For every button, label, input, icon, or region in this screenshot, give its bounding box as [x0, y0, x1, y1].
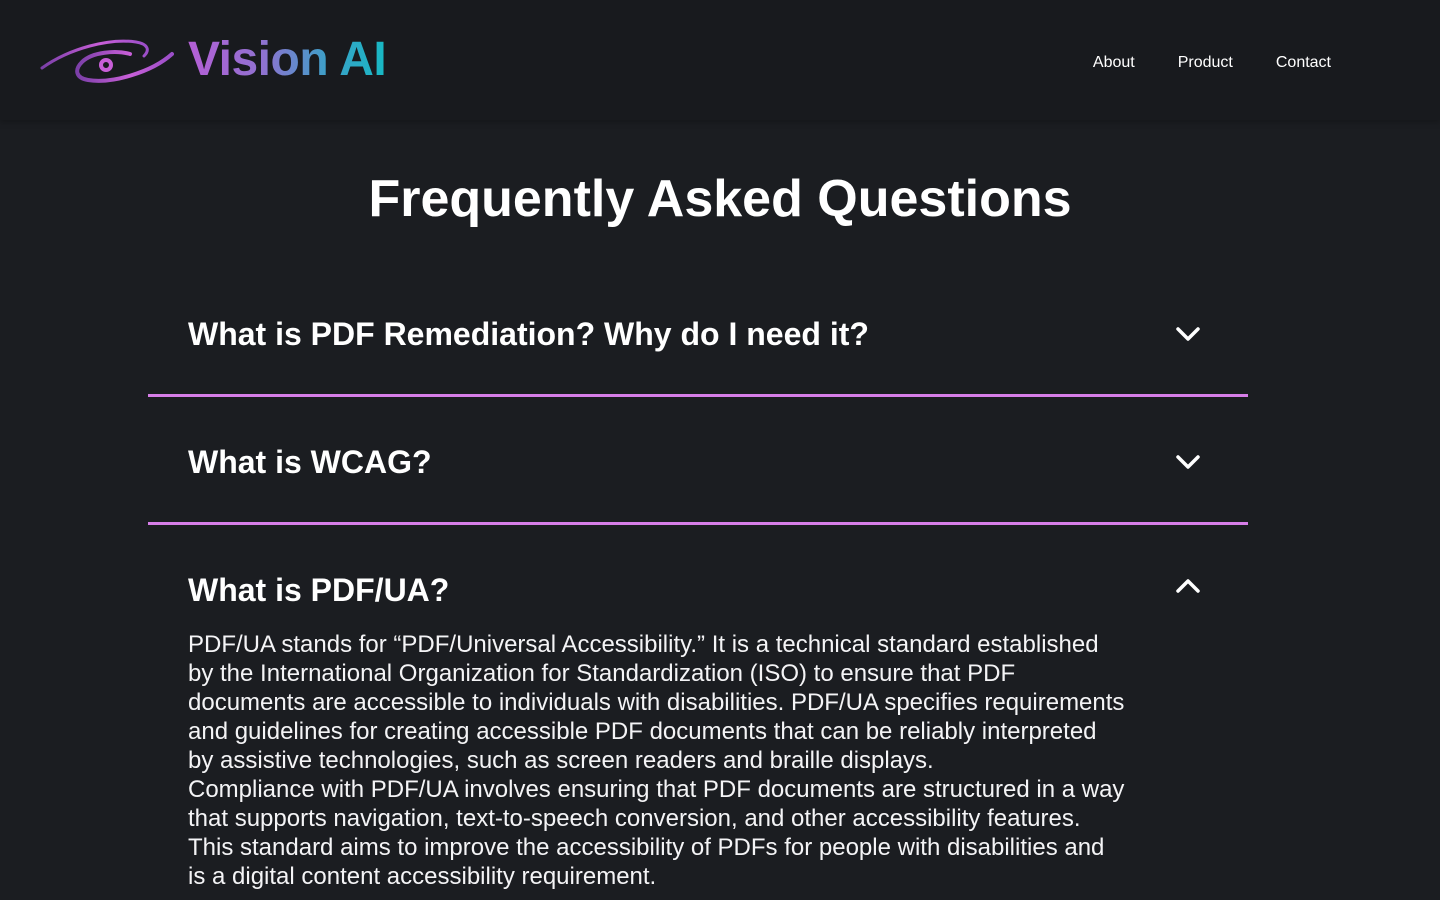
chevron-up-icon[interactable]: [1172, 570, 1204, 602]
faq-question[interactable]: What is WCAG?: [188, 442, 432, 482]
nav-contact[interactable]: Contact: [1276, 44, 1331, 82]
main-nav: About Product Contact: [1093, 44, 1331, 82]
faq-answer-paragraph: Compliance with PDF/UA involves ensuring…: [188, 776, 1125, 890]
faq-item: What is PDF Remediation? Why do I need i…: [148, 294, 1248, 397]
site-header: Vision AI About Product Contact: [0, 0, 1440, 120]
chevron-down-icon[interactable]: [1172, 318, 1204, 350]
nav-about[interactable]: About: [1093, 44, 1135, 82]
faq-question[interactable]: What is PDF/UA?: [188, 570, 449, 610]
eye-logo-icon: [40, 39, 174, 83]
faq-item-expanded: What is PDF/UA? PDF/UA stands for “PDF/U…: [148, 550, 1248, 900]
faq-question[interactable]: What is PDF Remediation? Why do I need i…: [188, 314, 869, 354]
chevron-down-icon[interactable]: [1172, 446, 1204, 478]
faq-title: Frequently Asked Questions: [368, 170, 1072, 228]
faq-answer-paragraph: PDF/UA stands for “PDF/Universal Accessi…: [188, 631, 1125, 774]
faq-item: What is WCAG?: [148, 422, 1248, 525]
nav-product[interactable]: Product: [1178, 44, 1233, 82]
faq-answer: PDF/UA stands for “PDF/Universal Accessi…: [188, 630, 1128, 891]
brand-logo-link[interactable]: Vision AI: [40, 28, 387, 92]
brand-name: Vision AI: [188, 28, 387, 92]
